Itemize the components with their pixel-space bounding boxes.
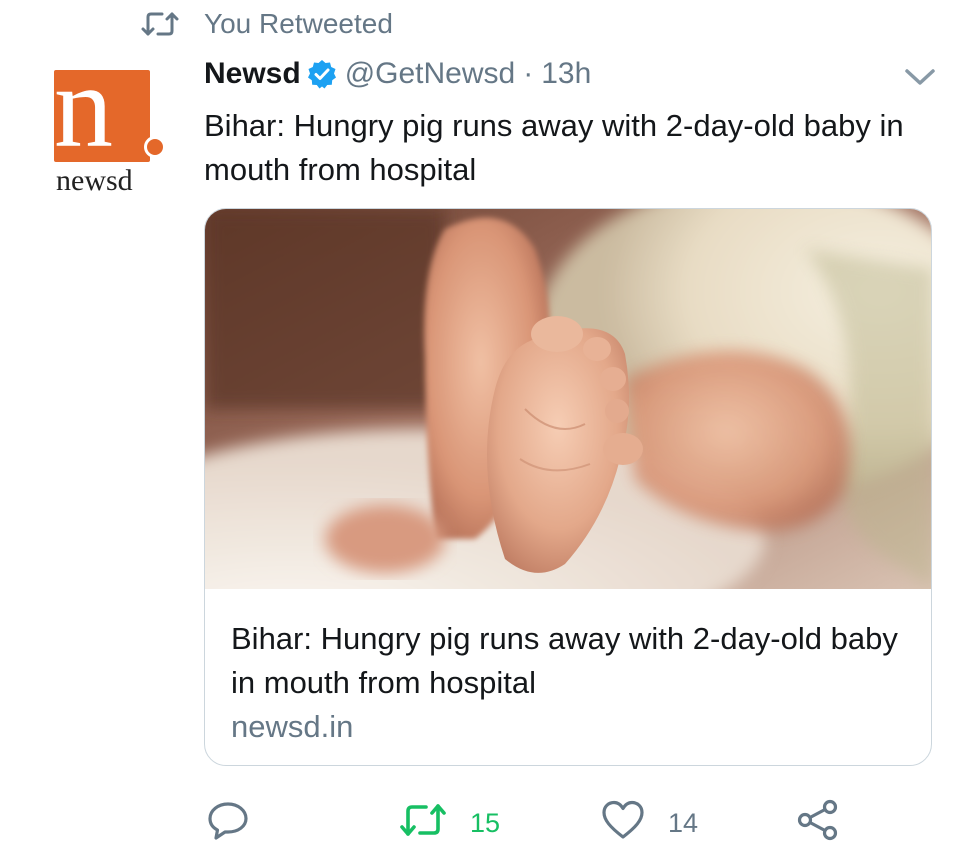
author-name[interactable]: Newsd xyxy=(204,57,301,91)
retweet-icon xyxy=(398,801,448,846)
avatar-logo-wordmark: newsd xyxy=(56,164,133,197)
chevron-down-icon[interactable] xyxy=(900,62,940,92)
avatar-logo-letter: n xyxy=(54,41,113,172)
avatar-logo-dot xyxy=(144,136,166,158)
author-handle[interactable]: @GetNewsd xyxy=(345,57,516,91)
heart-icon xyxy=(600,799,646,848)
retweet-count: 15 xyxy=(470,807,501,838)
avatar[interactable]: n newsd xyxy=(48,48,166,200)
reply-button[interactable] xyxy=(206,798,272,848)
retweet-context: You Retweeted xyxy=(140,6,393,42)
share-icon xyxy=(796,798,840,849)
share-button[interactable] xyxy=(796,798,840,848)
card-domain[interactable]: newsd.in xyxy=(231,709,353,745)
retweet-context-label: You Retweeted xyxy=(204,8,393,39)
retweet-button[interactable]: 15 xyxy=(398,798,500,848)
tweet-header: Newsd @GetNewsd · 13h xyxy=(204,52,591,96)
card-image[interactable] xyxy=(205,209,931,589)
tweet-actions: 15 14 xyxy=(0,798,964,848)
baby-foot-photo xyxy=(205,209,931,589)
tweet-text: Bihar: Hungry pig runs away with 2-day-o… xyxy=(204,108,904,187)
retweet-icon xyxy=(140,9,180,39)
card-title[interactable]: Bihar: Hungry pig runs away with 2-day-o… xyxy=(231,617,911,705)
like-button[interactable]: 14 xyxy=(600,798,698,848)
like-count: 14 xyxy=(668,807,699,838)
reply-icon xyxy=(206,798,250,849)
verified-badge-icon xyxy=(307,59,337,89)
link-card[interactable]: Bihar: Hungry pig runs away with 2-day-o… xyxy=(204,208,932,766)
tweet-timestamp[interactable]: 13h xyxy=(541,57,591,91)
header-separator: · xyxy=(523,57,534,90)
